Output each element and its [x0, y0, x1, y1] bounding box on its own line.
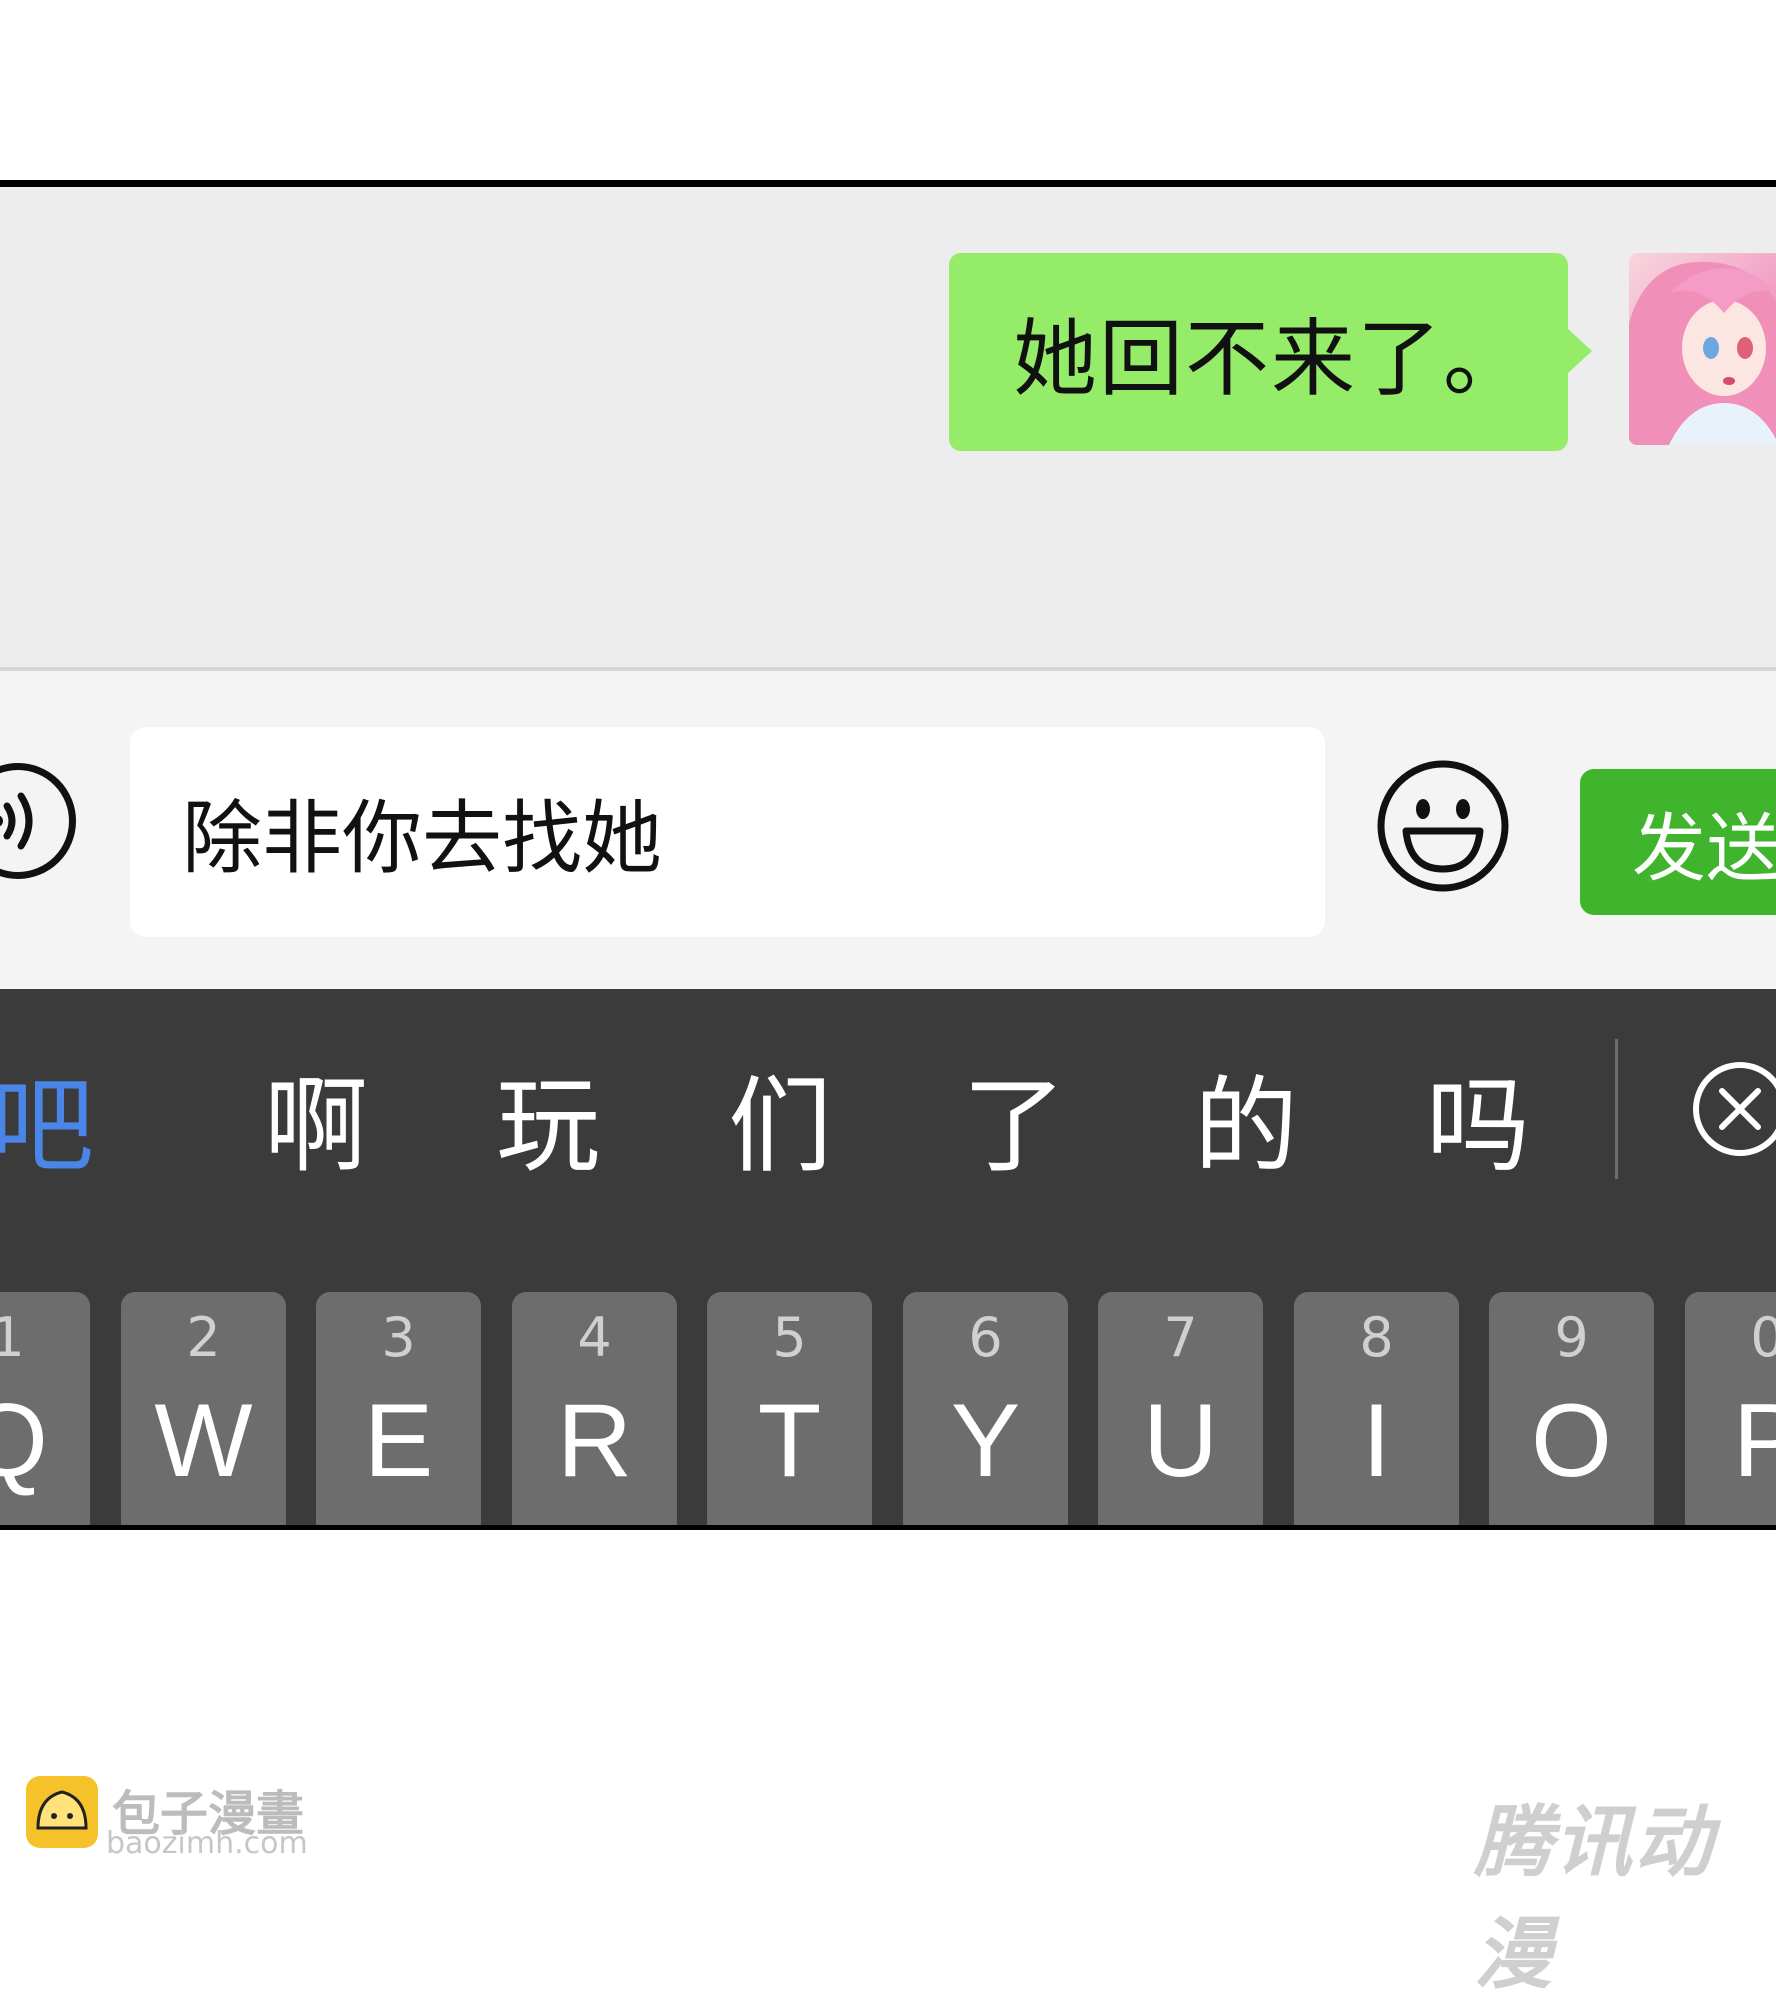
key-letter: R	[556, 1383, 633, 1499]
smiley-icon	[1377, 760, 1509, 892]
key-letter: I	[1362, 1383, 1391, 1499]
key-number: 3	[381, 1306, 416, 1369]
key-number: 6	[968, 1306, 1003, 1369]
key-letter: Q	[0, 1382, 90, 1501]
send-button[interactable]: 发送	[1580, 769, 1776, 915]
key-letter: W	[154, 1383, 253, 1499]
key-letter: T	[757, 1383, 822, 1499]
key-number: 7	[1163, 1306, 1198, 1369]
key-letter: U	[1142, 1383, 1219, 1499]
key-p[interactable]: 0 P	[1685, 1292, 1776, 1525]
emoji-button[interactable]	[1376, 759, 1510, 893]
key-o[interactable]: 9 O	[1489, 1292, 1654, 1525]
key-y[interactable]: 6 Y	[903, 1292, 1068, 1525]
watermark-url: baozimh.com	[106, 1826, 308, 1861]
key-letter: O	[1531, 1383, 1612, 1499]
key-e[interactable]: 3 E	[316, 1292, 481, 1525]
avatar[interactable]	[1629, 253, 1776, 445]
chat-screen: 她回不来了。 除非你去找她 发送 吧 啊 玩 们 了 的 吗 2 W 3 E 4…	[0, 180, 1776, 1530]
key-w[interactable]: 2 W	[121, 1292, 286, 1525]
close-candidates-button[interactable]	[1690, 1059, 1776, 1159]
key-number: 5	[772, 1306, 807, 1369]
key-letter: E	[363, 1383, 434, 1499]
voice-button[interactable]	[0, 763, 76, 879]
avatar-image	[1629, 261, 1776, 445]
key-number: 0	[1685, 1306, 1776, 1369]
key-u[interactable]: 7 U	[1098, 1292, 1263, 1525]
keyboard: 吧 啊 玩 们 了 的 吗 1 Q 2 W 3 E 4 R	[0, 989, 1776, 1525]
key-number: 1	[0, 1306, 90, 1369]
candidate-word[interactable]: 啊	[264, 1041, 368, 1192]
candidate-word[interactable]: 吧	[0, 1041, 94, 1192]
message-bubble[interactable]: 她回不来了。	[949, 253, 1568, 451]
key-letter: Y	[950, 1383, 1021, 1499]
key-number: 8	[1359, 1306, 1394, 1369]
send-label: 发送	[1632, 805, 1776, 892]
candidate-word[interactable]: 们	[728, 1041, 832, 1192]
watermark-logo	[26, 1776, 98, 1848]
message-list: 她回不来了。	[0, 187, 1776, 667]
bun-icon	[36, 1790, 88, 1830]
input-bar: 除非你去找她 发送	[0, 671, 1776, 989]
key-r[interactable]: 4 R	[512, 1292, 677, 1525]
candidate-word[interactable]: 玩	[496, 1041, 600, 1192]
candidate-word[interactable]: 吗	[1426, 1041, 1530, 1192]
close-icon	[1693, 1062, 1776, 1156]
candidate-word[interactable]: 了	[962, 1041, 1066, 1192]
message-input[interactable]: 除非你去找她	[130, 727, 1325, 937]
key-t[interactable]: 5 T	[707, 1292, 872, 1525]
key-i[interactable]: 8 I	[1294, 1292, 1459, 1525]
candidate-word[interactable]: 的	[1194, 1041, 1298, 1192]
key-letter: P	[1685, 1382, 1776, 1501]
message-text: 她回不来了。	[1013, 309, 1530, 408]
bubble-tail	[1568, 329, 1592, 373]
voice-icon	[0, 792, 33, 850]
key-q[interactable]: 1 Q	[0, 1292, 90, 1525]
key-number: 2	[186, 1306, 221, 1369]
candidate-separator	[1615, 1039, 1618, 1179]
key-number: 4	[577, 1306, 612, 1369]
watermark-tencent: 腾讯动漫	[1474, 1798, 1715, 2000]
key-number: 9	[1554, 1306, 1589, 1369]
message-input-value: 除非你去找她	[182, 792, 662, 885]
